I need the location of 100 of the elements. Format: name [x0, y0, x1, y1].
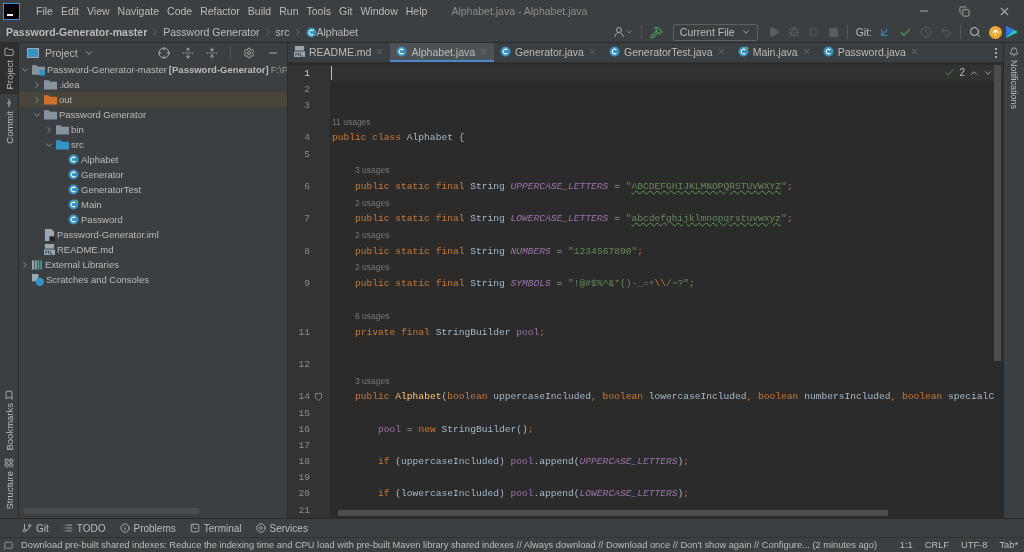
tree-item[interactable]: GeneratorTest — [19, 182, 287, 197]
usage-hint[interactable]: 2 usages — [330, 197, 390, 208]
app-badge-icon[interactable] — [1006, 26, 1018, 38]
tree-item[interactable]: Password-Generator.iml — [19, 227, 287, 242]
structure-icon — [4, 458, 14, 469]
editor-tab[interactable]: README.md — [288, 43, 391, 62]
line-number: 18 — [297, 456, 310, 468]
status-message[interactable]: Download pre-built shared indexes: Reduce the indexing time and CPU load with pre-built Maven library shared indexes // Always download // Download once // Don't show again // Configure... (2 minutes ago) — [21, 540, 890, 550]
tree-item[interactable]: External Libraries — [19, 257, 287, 272]
menu-item[interactable]: Refactor — [196, 5, 244, 17]
menu-item[interactable]: Run — [275, 5, 303, 17]
tool-window-tab[interactable]: Bookmarks — [0, 385, 18, 455]
menu-item[interactable]: Help — [401, 5, 432, 17]
commit-icon — [4, 97, 14, 108]
line-number: 2 — [303, 83, 310, 95]
class-icon — [608, 46, 620, 57]
breadcrumb[interactable]: src — [275, 26, 290, 38]
tree-item[interactable]: bin — [19, 122, 287, 137]
scratch-icon — [32, 273, 44, 286]
tree-item[interactable]: Password Generator — [19, 107, 287, 122]
markdown-file-icon — [294, 46, 305, 57]
line-number: 17 — [297, 439, 310, 451]
tree-item[interactable]: Generator — [19, 167, 287, 182]
usage-hint[interactable]: 3 usages — [330, 375, 390, 386]
tool-window-tab[interactable]: Commit — [0, 93, 18, 148]
tree-item[interactable]: Scratches and Consoles — [19, 272, 287, 287]
status-item[interactable]: CRLF — [922, 540, 952, 550]
fold-marker-icon[interactable] — [314, 392, 322, 401]
usage-hint[interactable]: 6 usages — [330, 310, 390, 321]
run-configuration-dropdown[interactable]: Current File — [672, 23, 758, 41]
tree-item[interactable]: src — [19, 137, 287, 152]
folder-icon — [56, 124, 69, 135]
menu-item[interactable]: Edit — [56, 5, 83, 17]
usage-hint[interactable]: 2 usages — [330, 262, 390, 273]
menu-item[interactable]: Build — [243, 5, 276, 17]
message-icon — [4, 540, 13, 550]
menu-item[interactable]: File — [32, 5, 57, 17]
editor-tab[interactable]: Main.java — [731, 43, 817, 62]
line-number: 9 — [303, 278, 310, 290]
editor-tab[interactable]: Generator.java — [494, 43, 603, 62]
class-icon — [500, 46, 512, 57]
close-icon — [801, 47, 811, 56]
breadcrumb[interactable]: Password Generator — [163, 26, 260, 38]
restore-icon[interactable] — [958, 5, 970, 17]
tool-window-tab[interactable]: Structure — [0, 454, 18, 514]
menu-item[interactable]: Git — [335, 5, 357, 17]
menu-item[interactable]: Tools — [302, 5, 335, 17]
usage-hint[interactable]: 3 usages — [330, 165, 390, 176]
list-icon — [62, 523, 73, 533]
module-folder-icon — [32, 63, 45, 76]
close-icon — [909, 47, 919, 56]
menu-item[interactable]: Code — [163, 5, 197, 17]
close-icon — [587, 47, 597, 56]
tree-item[interactable]: Password-Generator-master [Password-Generator] F:\P — [19, 62, 287, 77]
tree-item[interactable]: Password — [19, 212, 287, 227]
line-number: 7 — [303, 213, 310, 225]
tool-window-button[interactable]: Services — [255, 522, 308, 534]
notifications-tab[interactable]: Notifications — [1009, 43, 1019, 114]
tool-window-tab[interactable]: Project — [0, 43, 18, 94]
tree-item[interactable]: Alphabet — [19, 152, 287, 167]
menu-item[interactable]: Navigate — [113, 5, 164, 17]
play-circle-icon — [255, 523, 266, 533]
breadcrumb[interactable]: Alphabet — [316, 26, 358, 38]
class-icon — [68, 199, 79, 210]
tree-item[interactable]: .idea — [19, 77, 287, 92]
status-item[interactable]: UTF-8 — [959, 540, 990, 550]
folder-icon — [44, 109, 57, 120]
tool-window-button[interactable]: TODO — [62, 522, 106, 534]
editor-tab[interactable]: Password.java — [816, 43, 925, 62]
tree-item[interactable]: Main — [19, 197, 287, 212]
check-icon[interactable] — [944, 67, 956, 78]
code-line: public class Alphabet { — [331, 132, 465, 144]
tool-window-button[interactable]: Problems — [119, 522, 176, 534]
scrollbar[interactable] — [338, 510, 888, 516]
class-icon — [68, 214, 79, 225]
problem-count[interactable]: 2 — [959, 67, 965, 78]
usage-hint[interactable]: 2 usages — [330, 229, 390, 240]
status-item[interactable]: Tab* — [997, 540, 1020, 550]
editor-tab[interactable]: Alphabet.java — [390, 43, 495, 62]
code-line: public static final String LOWERCASE_LETTERS = "abcdefghijklmnopqrstuvwxyz"; — [354, 213, 793, 225]
menu-item[interactable]: View — [83, 5, 114, 17]
project-view-selector[interactable]: Project — [27, 46, 94, 59]
tool-window-button[interactable]: Git — [22, 522, 49, 534]
code-line: public static final String SYMBOLS = "!@#$%^&*()-_=+\\/~?"; — [354, 278, 695, 290]
library-icon — [32, 259, 43, 270]
app-logo — [3, 2, 20, 20]
menu-item[interactable]: Window — [356, 5, 402, 17]
info-icon — [119, 523, 130, 533]
folder-icon — [4, 47, 14, 57]
editor-tab[interactable]: GeneratorTest.java — [602, 43, 732, 62]
usage-hint[interactable]: 11 usages — [330, 116, 371, 127]
vcs-label: Git: — [855, 26, 872, 38]
line-number: 5 — [303, 148, 310, 160]
tool-window-button[interactable]: Terminal — [189, 522, 242, 534]
scrollbar[interactable] — [994, 65, 1001, 361]
line-number: 12 — [297, 358, 310, 370]
status-item[interactable]: 1:1 — [897, 540, 915, 550]
breadcrumb[interactable]: Password-Generator-master — [6, 26, 148, 38]
code-line: private final StringBuilder pool; — [354, 326, 546, 338]
tree-item[interactable]: README.md — [19, 242, 287, 257]
